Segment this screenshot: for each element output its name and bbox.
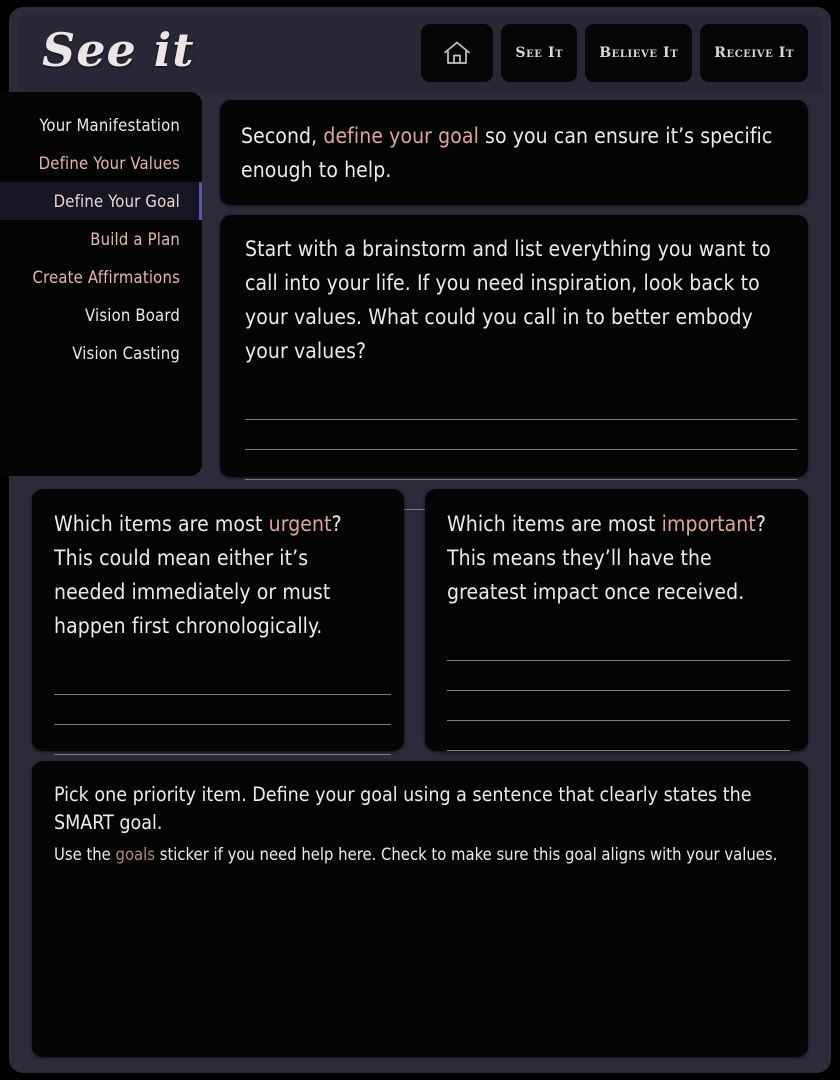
intro-text-pre: Second,	[241, 124, 324, 148]
smart-goal-subinstruction: Use the goals sticker if you need help h…	[54, 843, 784, 868]
important-card: Which items are most important? This mea…	[425, 489, 808, 752]
nav-see-it-button[interactable]: See It	[501, 24, 578, 82]
brand-logo[interactable]: See it	[42, 27, 195, 79]
intro-card: Second, define your goal so you can ensu…	[220, 100, 808, 205]
important-write-lines[interactable]	[447, 631, 790, 752]
sidebar-item-define-your-values[interactable]: Define Your Values	[0, 144, 202, 182]
important-prompt-pre: Which items are most	[447, 512, 662, 536]
smart-goal-card[interactable]: Pick one priority item. Define your goal…	[32, 761, 808, 1057]
urgent-prompt-pre: Which items are most	[54, 512, 269, 536]
nav-believe-it-button[interactable]: Believe It	[585, 24, 693, 82]
smart-goal-sub-pre: Use the	[54, 844, 116, 864]
home-icon	[442, 39, 472, 67]
write-line[interactable]	[447, 661, 790, 692]
urgent-card: Which items are most urgent? This could …	[32, 489, 404, 786]
sidebar-item-build-a-plan[interactable]: Build a Plan	[0, 220, 202, 258]
write-line[interactable]	[245, 390, 797, 421]
main-nav: See It Believe It Receive It	[421, 24, 808, 82]
app-header: See it See It Believe It Receive It	[18, 14, 822, 92]
sidebar-item-create-affirmations[interactable]: Create Affirmations	[0, 258, 202, 296]
urgent-prompt-highlight: urgent	[268, 512, 332, 536]
sidebar-item-your-manifestation[interactable]: Your Manifestation	[0, 106, 202, 144]
write-line[interactable]	[54, 695, 391, 726]
brainstorm-card: Start with a brainstorm and list everyth…	[220, 215, 808, 511]
nav-receive-it-button[interactable]: Receive It	[700, 24, 808, 82]
write-line[interactable]	[447, 721, 790, 752]
sidebar-item-define-your-goal[interactable]: Define Your Goal	[0, 182, 202, 220]
urgent-prompt: Which items are most urgent? This could …	[54, 507, 384, 643]
smart-goal-instruction: Pick one priority item. Define your goal…	[54, 783, 752, 835]
intro-text-highlight: define your goal	[323, 124, 479, 148]
brainstorm-prompt: Start with a brainstorm and list everyth…	[245, 237, 771, 364]
sidebar-item-vision-casting[interactable]: Vision Casting	[0, 334, 202, 372]
write-line[interactable]	[54, 665, 391, 696]
smart-goal-sub-post: sticker if you need help here. Check to …	[155, 844, 778, 864]
write-line[interactable]	[447, 631, 790, 662]
smart-goal-sub-highlight: goals	[115, 844, 155, 864]
nav-home-button[interactable]	[421, 24, 494, 82]
write-line[interactable]	[447, 691, 790, 722]
sidebar-item-vision-board[interactable]: Vision Board	[0, 296, 202, 334]
page-root: See it See It Believe It Receive It Your…	[0, 0, 840, 1080]
write-line[interactable]	[245, 450, 797, 481]
intro-text: Second, define your goal so you can ensu…	[220, 100, 808, 187]
sidebar: Your Manifestation Define Your Values De…	[0, 92, 202, 476]
write-line[interactable]	[245, 420, 797, 451]
important-prompt-highlight: important	[661, 512, 756, 536]
important-prompt: Which items are most important? This mea…	[447, 507, 788, 609]
write-line[interactable]	[54, 725, 391, 756]
